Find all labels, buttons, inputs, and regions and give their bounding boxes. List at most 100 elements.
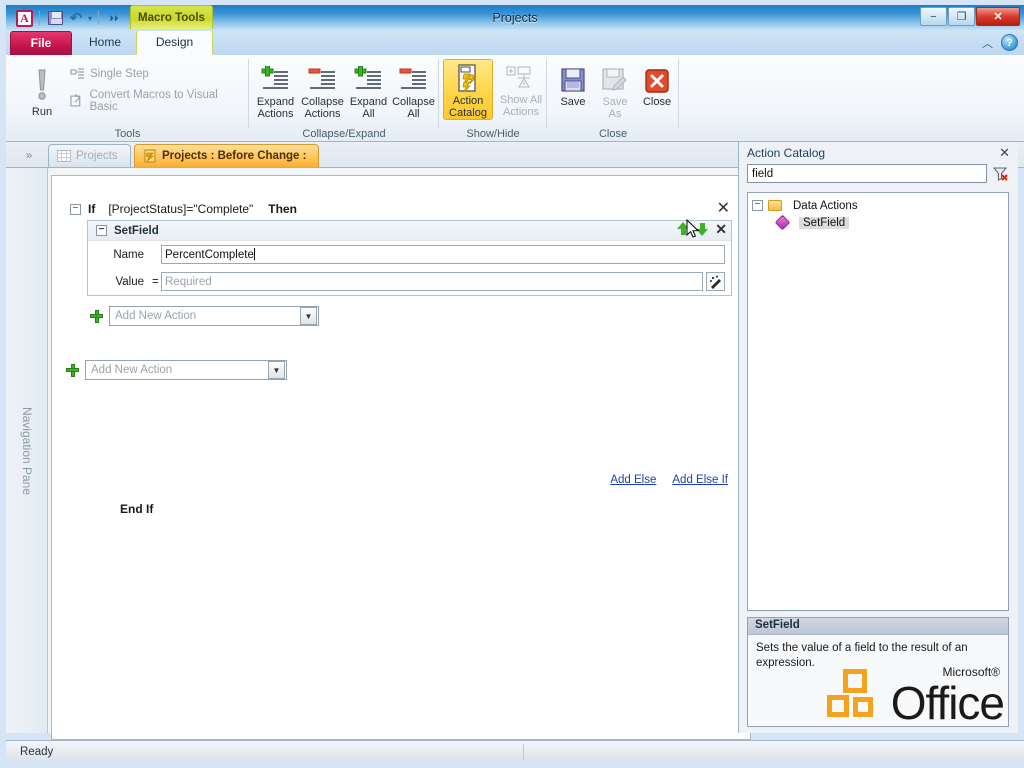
tab-home[interactable]: Home [76,31,134,55]
add-new-action-row-outer: Add New Action ▼ [66,360,287,380]
help-icon[interactable]: ? [1001,34,1018,51]
add-new-action-combo-inner[interactable]: Add New Action ▼ [109,306,319,326]
clear-filter-icon[interactable] [992,165,1010,183]
chevron-down-icon-outer[interactable]: ▼ [268,361,285,379]
convert-macros-button[interactable]: Convert Macros to Visual Basic [66,87,249,115]
save-icon [561,68,585,92]
expand-all-label-1: Expand [349,96,388,108]
navigation-pane-collapsed[interactable]: Navigation Pane [6,168,48,733]
expand-navigation-pane-button[interactable]: » [18,146,40,164]
run-button[interactable]: Run [20,63,64,118]
macro-icon [144,149,156,163]
action-catalog-label-1: Action [452,95,484,107]
action-catalog-title: Action Catalog [747,146,826,160]
argument-equals-value: = [152,275,159,288]
argument-input-value[interactable]: Required [161,272,703,291]
close-button[interactable]: ✕ [976,7,1020,26]
delete-action-button[interactable]: ✕ [715,222,727,236]
plus-icon-outer[interactable] [66,363,79,377]
close-macro-button[interactable]: Close [636,61,678,120]
action-header: − SetField ✕ [88,221,731,241]
single-step-icon [70,68,84,79]
tree-node-data-actions[interactable]: − Data Actions [752,197,1008,214]
document-tab-projects-before-change[interactable]: Projects : Before Change : [134,144,320,167]
tab-design[interactable]: Design [136,31,213,55]
if-condition[interactable]: [ProjectStatus]="Complete" [108,202,253,216]
save-label-1: Save [560,96,586,108]
run-label: Run [31,106,53,118]
group-divider-4 [678,59,679,128]
expand-actions-icon [261,66,288,89]
status-bar-divider [523,743,525,760]
collapse-actions-label-2: Actions [304,108,341,120]
if-statement-row: − If [ProjectStatus]="Complete" Then [70,202,297,216]
ribbon-group-collapse-expand-label: Collapse/Expand [302,128,386,140]
action-catalog-button[interactable]: Action Catalog [443,59,493,120]
add-new-action-row-inner: Add New Action ▼ [90,306,319,326]
save-as-label-1: Save [602,96,628,108]
ribbon-group-tools-label: Tools [114,128,141,140]
search-input[interactable] [747,164,987,183]
ribbon-group-tools: Run Single Step Convert Macros to Visual… [6,55,249,142]
expand-all-button[interactable]: Expand All [346,61,391,120]
expression-builder-button[interactable] [706,272,725,291]
tab-file[interactable]: File [10,31,72,55]
add-new-action-placeholder-outer: Add New Action [91,364,173,376]
argument-input-name[interactable]: PercentComplete [161,245,725,264]
if-expander-icon[interactable]: − [70,203,81,215]
save-as-button[interactable]: Save As [594,61,636,120]
move-up-arrow-icon[interactable] [677,222,690,236]
action-catalog-pane: Action Catalog ✕ − Data Actions SetField [738,142,1018,733]
collapse-ribbon-icon[interactable]: ︿ [982,35,993,51]
move-down-arrow-icon[interactable] [696,222,709,236]
action-catalog-tree[interactable]: − Data Actions SetField [747,192,1009,611]
action-description-text: Sets the value of a field to the result … [756,642,968,669]
collapse-all-icon [399,68,426,89]
macro-design-canvas[interactable]: − If [ProjectStatus]="Complete" Then ✕ −… [51,175,751,740]
chevron-down-icon[interactable]: ▼ [300,307,317,325]
ribbon-group-close-label: Close [598,128,628,140]
action-catalog-title-bar: Action Catalog ✕ [739,142,1018,164]
single-step-button[interactable]: Single Step [66,65,249,83]
collapse-actions-button[interactable]: Collapse Actions [299,61,346,120]
then-keyword: Then [268,202,297,216]
add-new-action-placeholder-inner: Add New Action [115,310,197,322]
save-button[interactable]: Save [552,61,594,120]
ribbon: Run Single Step Convert Macros to Visual… [6,55,1024,142]
plus-icon[interactable] [90,309,103,323]
navigation-pane-label: Navigation Pane [19,406,34,495]
expand-actions-label-1: Expand [256,96,295,108]
tree-node-setfield[interactable]: SetField [752,214,1008,231]
table-icon [57,150,71,162]
single-step-label: Single Step [90,68,149,80]
add-new-action-combo-outer[interactable]: Add New Action ▼ [85,360,287,380]
minimize-button[interactable]: − [920,7,947,26]
action-catalog-search-row [739,164,1018,183]
save-as-label-2: As [608,108,622,120]
status-text: Ready [20,745,54,758]
action-description-title: SetField [748,618,1008,635]
ribbon-group-close: Save Save As Close Close [547,55,679,142]
action-expander-icon[interactable]: − [96,225,107,236]
close-macro-label-1: Close [642,96,672,108]
document-tab-projects[interactable]: Projects [48,144,131,167]
save-as-icon [602,68,627,91]
status-bar: Ready [6,740,1024,762]
add-else-if-link[interactable]: Add Else If [672,474,728,486]
action-diamond-icon [774,214,791,231]
argument-label-name: Name [113,248,144,261]
show-all-actions-label-1: Show All [499,94,543,106]
collapse-actions-icon [308,68,335,89]
maximize-button[interactable]: ❐ [948,7,975,26]
show-all-actions-button[interactable]: Show All Actions [495,59,547,120]
delete-if-block-button[interactable]: ✕ [717,198,730,218]
action-catalog-label-2: Catalog [449,107,487,119]
collapse-all-button[interactable]: Collapse All [391,61,436,120]
argument-label-value: Value [115,275,144,288]
expand-actions-button[interactable]: Expand Actions [252,61,299,120]
close-action-catalog-button[interactable]: ✕ [999,145,1010,161]
exclamation-icon [38,69,46,100]
tree-expander-icon[interactable]: − [752,200,763,211]
add-else-link[interactable]: Add Else [610,474,656,486]
convert-macros-icon [70,94,81,107]
